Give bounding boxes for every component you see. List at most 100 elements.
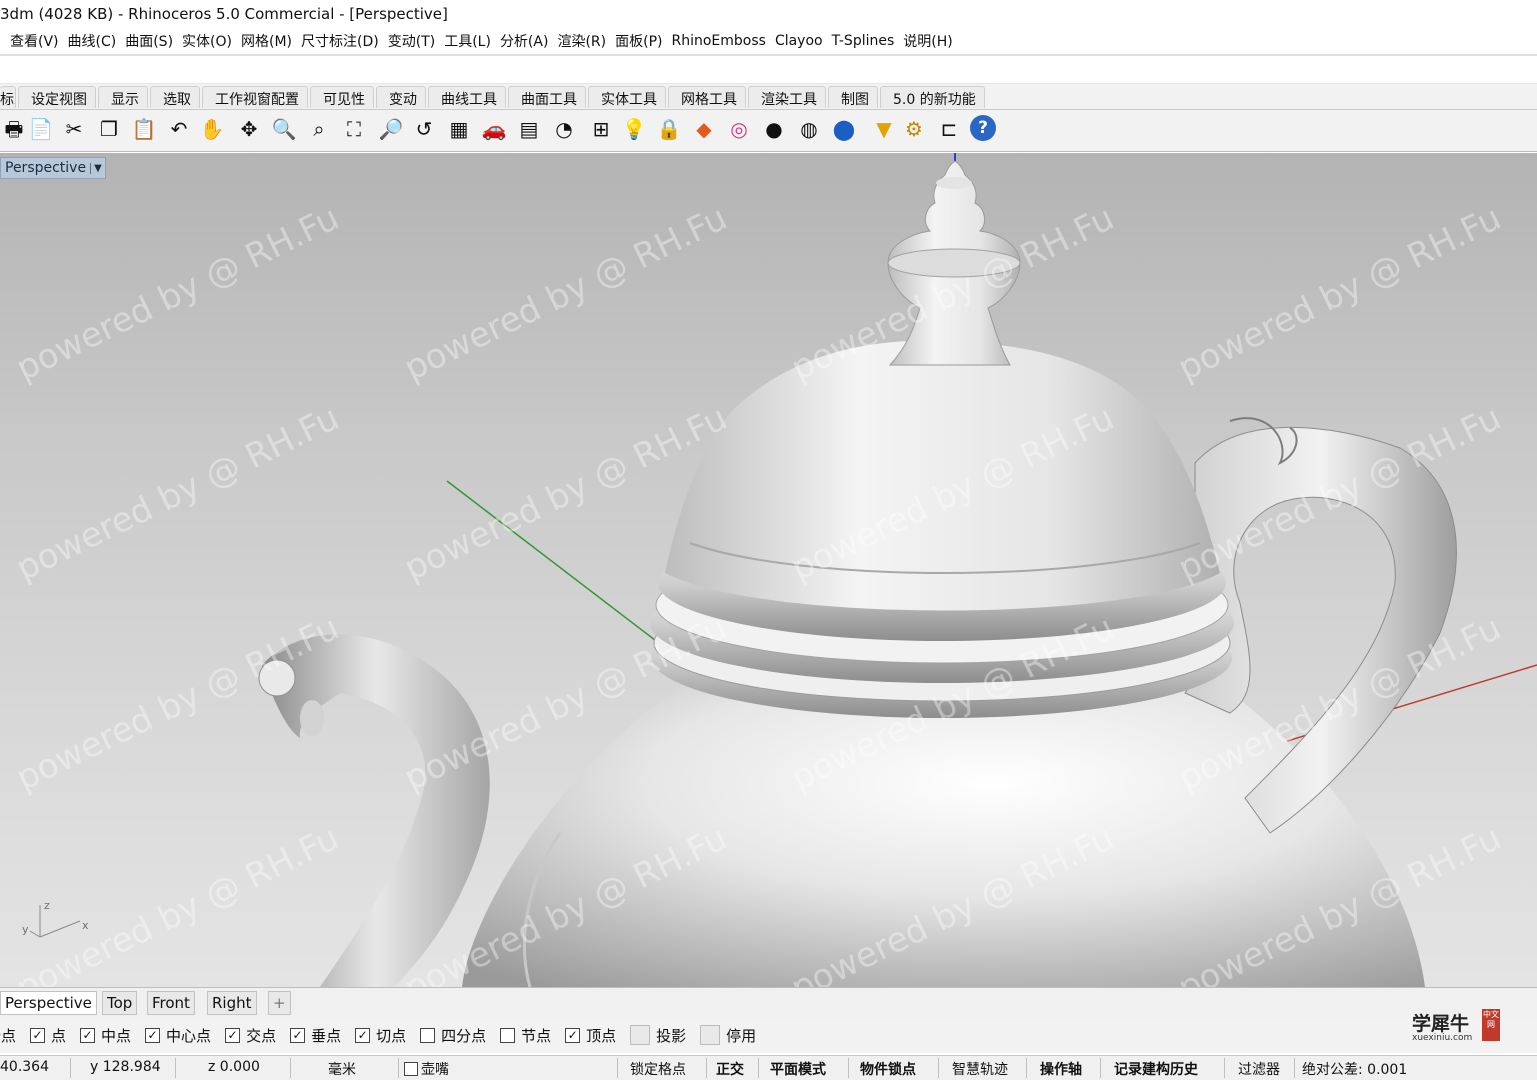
viewport-title[interactable]: Perspective ▼ — [0, 157, 106, 179]
osnap-checkbox[interactable]: ✓ — [290, 1027, 306, 1043]
toolbar-tab[interactable]: 选取 — [150, 86, 200, 108]
color-wheel-icon[interactable]: ◎ — [725, 115, 753, 143]
filter-button[interactable]: 过滤器 — [1238, 1059, 1280, 1079]
toolbar-tab[interactable]: 设定视图 — [18, 86, 96, 108]
osnap-option[interactable]: 四分点 — [420, 1025, 486, 1046]
osnap-option[interactable]: 投影 — [630, 1025, 686, 1046]
menu-item[interactable]: RhinoEmboss — [671, 33, 774, 49]
planar-toggle[interactable]: 平面模式 — [770, 1059, 826, 1079]
osnap-checkbox[interactable] — [420, 1027, 436, 1043]
osnap-option[interactable]: ✓ 中心点 — [145, 1025, 211, 1046]
osnap-option[interactable]: ✓ 中点 — [80, 1025, 131, 1046]
osnap-checkbox[interactable]: ✓ — [565, 1027, 581, 1043]
shaded-sphere-icon[interactable]: ● — [760, 115, 788, 143]
cplane-icon[interactable]: ◔ — [550, 115, 578, 143]
menu-item[interactable]: 曲面(S) — [125, 31, 182, 51]
toolbar-tab[interactable]: 网格工具 — [668, 86, 746, 108]
osnap-checkbox[interactable]: ✓ — [145, 1027, 161, 1043]
units-label[interactable]: 毫米 — [328, 1059, 356, 1079]
lock-grid-toggle[interactable]: 锁定格点 — [630, 1059, 686, 1079]
light-bulb-icon[interactable]: 💡 — [620, 115, 648, 143]
toolbar-tab[interactable]: 渲染工具 — [748, 86, 826, 108]
zoom-extents-icon[interactable]: ⛶ — [340, 115, 368, 143]
print-icon[interactable]: 🖶 — [0, 115, 28, 143]
osnap-option[interactable]: 节点 — [500, 1025, 551, 1046]
paste-icon[interactable]: 📋 — [130, 115, 158, 143]
cut-icon[interactable]: ✂ — [60, 115, 88, 143]
osnap-option[interactable]: ✓ 交点 — [225, 1025, 276, 1046]
rendered-sphere-icon[interactable]: ◍ — [795, 115, 823, 143]
osnap-option[interactable]: ✓ 切点 — [355, 1025, 406, 1046]
pan-hand-icon[interactable]: ✋ — [198, 115, 226, 143]
toolbar-tab[interactable]: 标准 — [0, 86, 16, 108]
menu-item[interactable]: 说明(H) — [903, 31, 961, 51]
osnap-checkbox[interactable]: ✓ — [80, 1027, 96, 1043]
menu-item[interactable]: 实体(O) — [182, 31, 241, 51]
menu-item[interactable]: 工具(L) — [444, 31, 500, 51]
gumball-toggle[interactable]: 操作轴 — [1040, 1059, 1082, 1079]
tab-front[interactable]: Front — [147, 991, 195, 1015]
viewport-menu-arrow-icon[interactable]: ▼ — [90, 162, 105, 174]
car-icon[interactable]: 🚗 — [480, 115, 508, 143]
osnap-checkbox[interactable]: ✓ — [225, 1027, 241, 1043]
menu-item[interactable]: 查看(V) — [10, 31, 68, 51]
zoom-window-icon[interactable]: ⌕ — [305, 115, 333, 143]
lock-icon[interactable]: 🔒 — [655, 115, 683, 143]
menu-item[interactable]: 曲线(C) — [68, 31, 126, 51]
layer-icon[interactable]: ◆ — [690, 115, 718, 143]
toolbar-tab[interactable]: 显示 — [98, 86, 148, 108]
osnap-checkbox[interactable] — [700, 1025, 721, 1045]
toolbar-tab[interactable]: 可见性 — [310, 86, 374, 108]
zoom-icon[interactable]: 🔍 — [270, 115, 298, 143]
undo-view-icon[interactable]: ↺ — [410, 115, 438, 143]
ortho-toggle[interactable]: 正交 — [716, 1059, 744, 1079]
history-icon[interactable]: ⊏ — [935, 115, 963, 143]
menu-item[interactable]: 尺寸标注(D) — [301, 31, 388, 51]
menu-item[interactable]: Clayoo — [775, 33, 832, 49]
tab-perspective[interactable]: Perspective — [0, 991, 97, 1015]
menu-item[interactable]: 网格(M) — [241, 31, 301, 51]
toolbar-tab[interactable]: 曲面工具 — [508, 86, 586, 108]
smarttrack-toggle[interactable]: 智慧轨迹 — [952, 1059, 1008, 1079]
new-file-icon[interactable]: 📄 — [27, 115, 55, 143]
options-gear-icon[interactable]: ⚙ — [900, 115, 928, 143]
record-history-toggle[interactable]: 记录建构历史 — [1114, 1059, 1198, 1079]
viewport-layout-icon[interactable]: ▦ — [445, 115, 473, 143]
osnap-option[interactable]: ✓ 点 — [30, 1025, 66, 1046]
tab-top[interactable]: Top — [102, 991, 138, 1015]
add-viewport-tab-button[interactable]: + — [268, 991, 291, 1015]
rotate-view-icon[interactable]: ✥ — [235, 115, 263, 143]
undo-icon[interactable]: ↶ — [165, 115, 193, 143]
toolbar-tab[interactable]: 5.0 的新功能 — [880, 86, 985, 108]
zoom-selected-icon[interactable]: 🔎 — [377, 115, 405, 143]
osnap-checkbox[interactable]: ✓ — [355, 1027, 371, 1043]
toolbar-tab[interactable]: 工作视窗配置 — [202, 86, 308, 108]
grid-icon[interactable]: ▤ — [515, 115, 543, 143]
osnap-option[interactable]: ✓ 顶点 — [565, 1025, 616, 1046]
osnap-checkbox[interactable] — [630, 1025, 651, 1045]
current-layer[interactable]: 壶嘴 — [404, 1059, 449, 1079]
menu-item[interactable]: 面板(P) — [615, 31, 671, 51]
toolbar-tab[interactable]: 变动 — [376, 86, 426, 108]
tab-right[interactable]: Right — [207, 991, 257, 1015]
render-icon[interactable]: ⬤ — [830, 115, 858, 143]
snap-icon[interactable]: ⊞ — [587, 115, 615, 143]
menu-item[interactable]: T-Splines — [832, 33, 904, 49]
osnap-toggle[interactable]: 物件锁点 — [860, 1059, 916, 1079]
menu-item[interactable]: 变动(T) — [388, 31, 444, 51]
menu-item[interactable]: 分析(A) — [500, 31, 558, 51]
toolbar-tab[interactable]: 实体工具 — [588, 86, 666, 108]
perspective-viewport[interactable]: z y x powered by @ RH.Fu powered by @ RH.… — [0, 153, 1537, 987]
help-icon[interactable]: ? — [970, 115, 996, 141]
toolbar-tab[interactable]: 制图 — [828, 86, 878, 108]
command-line[interactable] — [0, 54, 1537, 84]
osnap-checkbox[interactable] — [500, 1027, 516, 1043]
toolbar-tab[interactable]: 曲线工具 — [428, 86, 506, 108]
filter-icon[interactable]: ▼ — [870, 115, 898, 143]
osnap-checkbox[interactable]: ✓ — [30, 1027, 46, 1043]
menu-item[interactable]: 渲染(R) — [557, 31, 615, 51]
osnap-option[interactable]: 停用 — [700, 1025, 756, 1046]
osnap-option[interactable]: ✓端点 — [0, 1025, 16, 1046]
copy-icon[interactable]: ❐ — [95, 115, 123, 143]
osnap-option[interactable]: ✓ 垂点 — [290, 1025, 341, 1046]
